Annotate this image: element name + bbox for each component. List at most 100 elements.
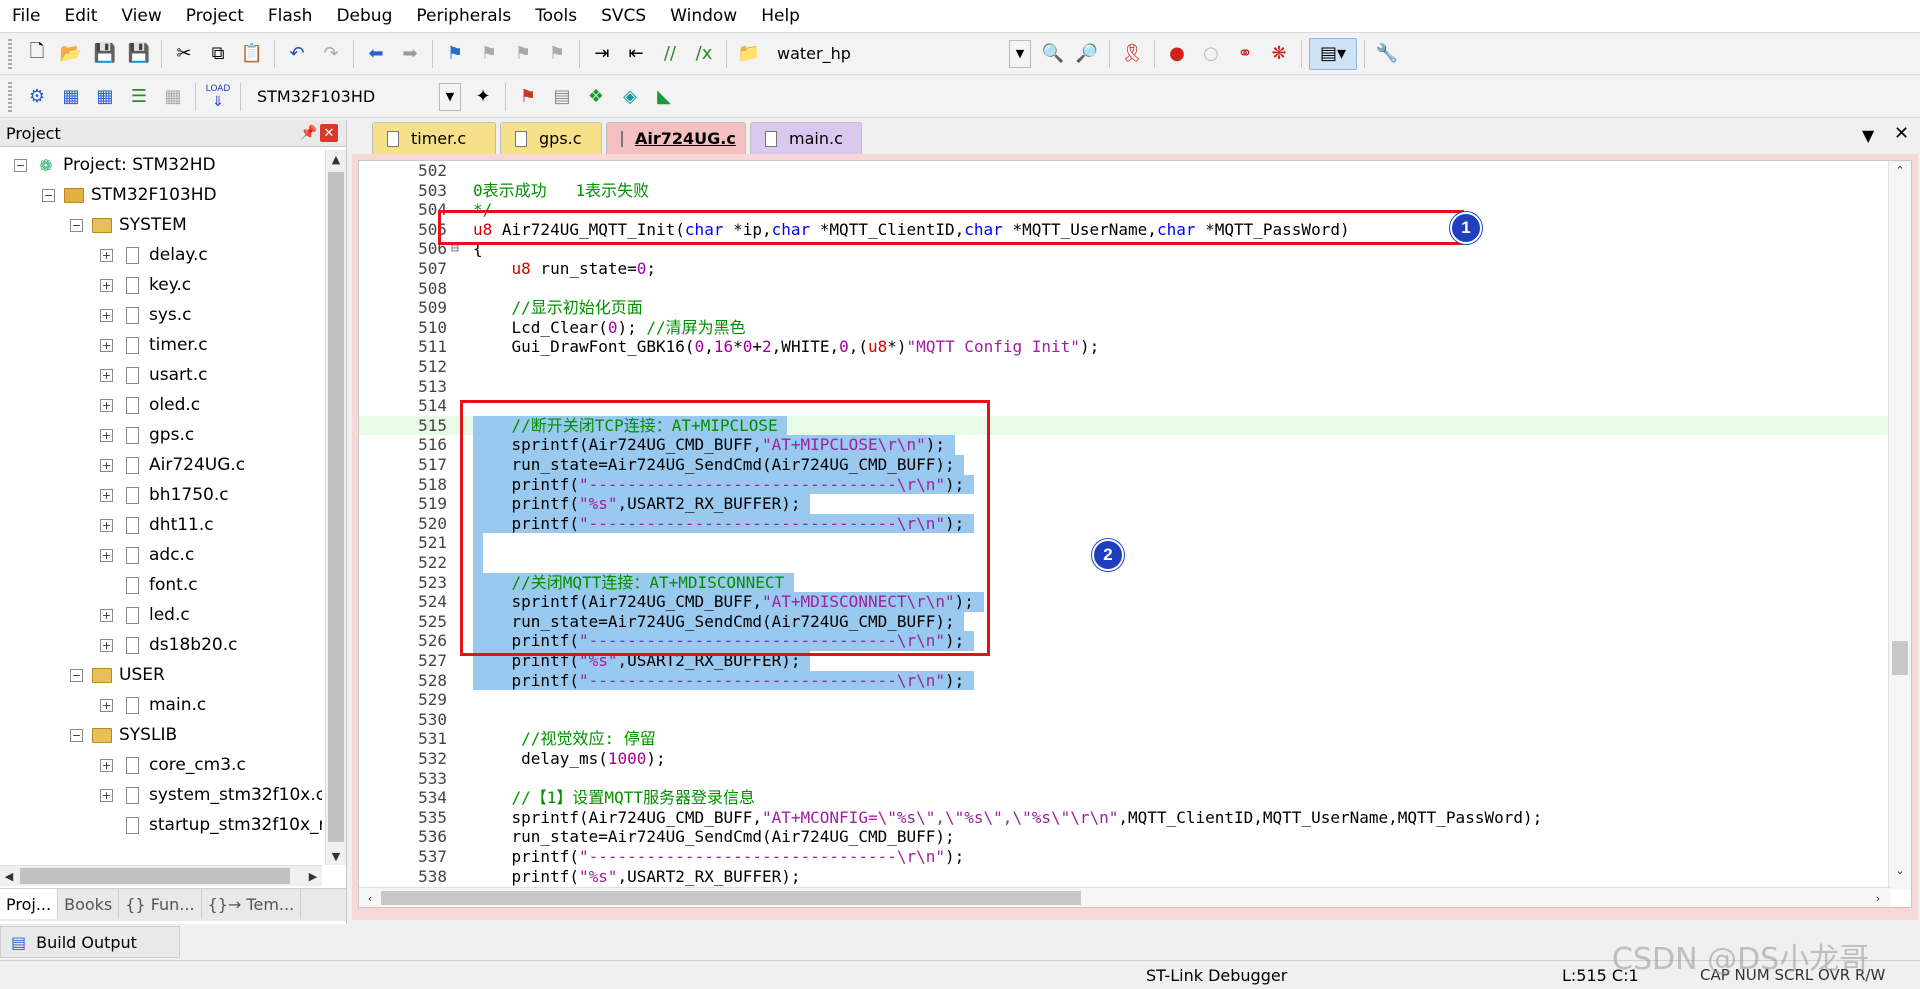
wrench-icon[interactable]: 🔧: [1372, 39, 1402, 69]
tree-file-item[interactable]: + led.c: [100, 600, 190, 630]
save-icon[interactable]: 💾: [90, 39, 120, 69]
target-combo[interactable]: STM32F103HD ▼: [250, 82, 462, 111]
prev-bookmark-icon[interactable]: ⚑: [474, 39, 504, 69]
collapse-icon[interactable]: −: [70, 218, 83, 232]
uncomment-icon[interactable]: /x: [689, 39, 719, 69]
menu-peripherals[interactable]: Peripherals: [404, 0, 523, 32]
scroll-right-icon[interactable]: ›: [1869, 889, 1887, 907]
expand-icon[interactable]: +: [100, 608, 113, 622]
scroll-thumb[interactable]: [20, 868, 290, 884]
code-line[interactable]: 509 //显示初始化页面: [359, 298, 1889, 318]
code-line[interactable]: 530: [359, 710, 1889, 730]
incremental-find-icon[interactable]: 🔎: [1072, 39, 1102, 69]
menu-project[interactable]: Project: [174, 0, 256, 32]
find-combo[interactable]: water_hp ▼: [770, 39, 1032, 68]
expand-icon[interactable]: +: [100, 758, 113, 772]
tree-file-item[interactable]: + Air724UG.c: [100, 450, 245, 480]
collapse-icon[interactable]: −: [70, 668, 83, 682]
expand-icon[interactable]: +: [100, 308, 113, 322]
code-line[interactable]: 538 printf("%s",USART2_RX_BUFFER);: [359, 867, 1889, 887]
menu-flash[interactable]: Flash: [256, 0, 325, 32]
expand-icon[interactable]: +: [100, 488, 113, 502]
scroll-right-icon[interactable]: ▶: [304, 867, 322, 885]
disable-breakpoint-icon[interactable]: ○: [1196, 39, 1226, 69]
tree-file-item[interactable]: + ds18b20.c: [100, 630, 237, 660]
bookmark-icon[interactable]: ⚑: [440, 39, 470, 69]
tree-file-item[interactable]: + main.c: [100, 690, 206, 720]
tree-project-item[interactable]: − ❁ Project: STM32HD: [14, 150, 216, 180]
new-file-icon[interactable]: 🗋: [22, 39, 52, 69]
code-line[interactable]: 503 0表示成功 1表示失败: [359, 181, 1889, 201]
menu-help[interactable]: Help: [749, 0, 812, 32]
editor-tab[interactable]: timer.c: [372, 122, 496, 154]
expand-icon[interactable]: +: [100, 548, 113, 562]
expand-icon[interactable]: +: [100, 698, 113, 712]
code-line[interactable]: 512: [359, 357, 1889, 377]
scroll-left-icon[interactable]: ◀: [0, 867, 18, 885]
tree-file-item[interactable]: + core_cm3.c: [100, 750, 246, 780]
tree-file-item[interactable]: + usart.c: [100, 360, 207, 390]
scroll-down-icon[interactable]: ⌄: [1891, 861, 1909, 879]
menu-tools[interactable]: Tools: [523, 0, 589, 32]
tree-folder-item[interactable]: − USER: [70, 660, 165, 690]
find-icon[interactable]: 🔍: [1038, 39, 1068, 69]
toolbar-grip[interactable]: [8, 38, 12, 69]
disable-all-breakpoints-icon[interactable]: ❋: [1264, 39, 1294, 69]
chevron-down-icon[interactable]: ▼: [1009, 39, 1031, 68]
next-bookmark-icon[interactable]: ⚑: [508, 39, 538, 69]
file-extensions-icon[interactable]: ▤: [547, 82, 577, 112]
pin-icon[interactable]: 📌: [298, 125, 320, 141]
tree-file-item[interactable]: startup_stm32f10x_md.s: [100, 810, 322, 840]
code-line[interactable]: 533: [359, 769, 1889, 789]
open-folder-icon[interactable]: 📂: [56, 39, 86, 69]
kill-breakpoints-icon[interactable]: ⚭: [1230, 39, 1260, 69]
unindent-icon[interactable]: ⇤: [621, 39, 651, 69]
code-line[interactable]: 510 Lcd_Clear(0); //清屏为黑色: [359, 318, 1889, 338]
tab-list-dropdown-icon[interactable]: ▼: [1862, 126, 1874, 145]
expand-icon[interactable]: +: [100, 788, 113, 802]
tree-file-item[interactable]: + dht11.c: [100, 510, 214, 540]
menu-file[interactable]: File: [0, 0, 52, 32]
editor-vertical-scrollbar[interactable]: ⌃ ⌄: [1888, 161, 1911, 889]
copy-icon[interactable]: ⧉: [203, 39, 233, 69]
download-icon[interactable]: LOAD ⇓: [203, 82, 233, 112]
scroll-up-icon[interactable]: ▲: [327, 150, 345, 168]
window-layout-icon[interactable]: ▤▾: [1309, 37, 1357, 70]
close-editor-icon[interactable]: ✕: [1894, 123, 1909, 144]
expand-icon[interactable]: +: [100, 518, 113, 532]
tree-file-item[interactable]: + key.c: [100, 270, 191, 300]
code-line[interactable]: 537 printf("----------------------------…: [359, 847, 1889, 867]
undo-icon[interactable]: ↶: [282, 39, 312, 69]
code-line[interactable]: 536 run_state=Air724UG_SendCmd(Air724UG_…: [359, 827, 1889, 847]
expand-icon[interactable]: +: [100, 278, 113, 292]
tree-file-item[interactable]: + gps.c: [100, 420, 194, 450]
tree-file-item[interactable]: + sys.c: [100, 300, 192, 330]
editor-tab[interactable]: Air724UG.c: [606, 122, 746, 154]
tab-functions[interactable]: {} Fun...: [119, 889, 202, 919]
code-line[interactable]: 528 printf("----------------------------…: [359, 670, 1889, 691]
menu-debug[interactable]: Debug: [324, 0, 404, 32]
editor-horizontal-scrollbar[interactable]: ‹ ›: [359, 887, 1891, 907]
editor-tab[interactable]: main.c: [750, 122, 862, 154]
tree-folder-item[interactable]: − SYSLIB: [70, 720, 177, 750]
nav-back-icon[interactable]: ⬅: [361, 39, 391, 69]
tab-books[interactable]: Books: [58, 889, 120, 919]
save-all-icon[interactable]: 💾: [124, 39, 154, 69]
pack-installer-icon[interactable]: ◈: [615, 82, 645, 112]
collapse-icon[interactable]: −: [42, 188, 55, 202]
translate-icon[interactable]: ⚙: [22, 82, 52, 112]
tab-templates[interactable]: {}→ Tem...: [202, 889, 302, 919]
redo-icon[interactable]: ↷: [316, 39, 346, 69]
debug-session-icon[interactable]: 🎗: [1117, 39, 1147, 69]
expand-icon[interactable]: +: [100, 338, 113, 352]
code-line[interactable]: 532 delay_ms(1000);: [359, 749, 1889, 769]
tree-file-item[interactable]: + system_stm32f10x.c: [100, 780, 322, 810]
collapse-icon[interactable]: −: [14, 158, 27, 172]
chevron-down-icon[interactable]: ▼: [439, 82, 461, 111]
tree-file-item[interactable]: + bh1750.c: [100, 480, 229, 510]
tree-folder-item[interactable]: − SYSTEM: [70, 210, 187, 240]
tree-file-item[interactable]: + adc.c: [100, 540, 194, 570]
menu-window[interactable]: Window: [658, 0, 749, 32]
indent-icon[interactable]: ⇥: [587, 39, 617, 69]
tree-target-item[interactable]: − STM32F103HD: [42, 180, 217, 210]
